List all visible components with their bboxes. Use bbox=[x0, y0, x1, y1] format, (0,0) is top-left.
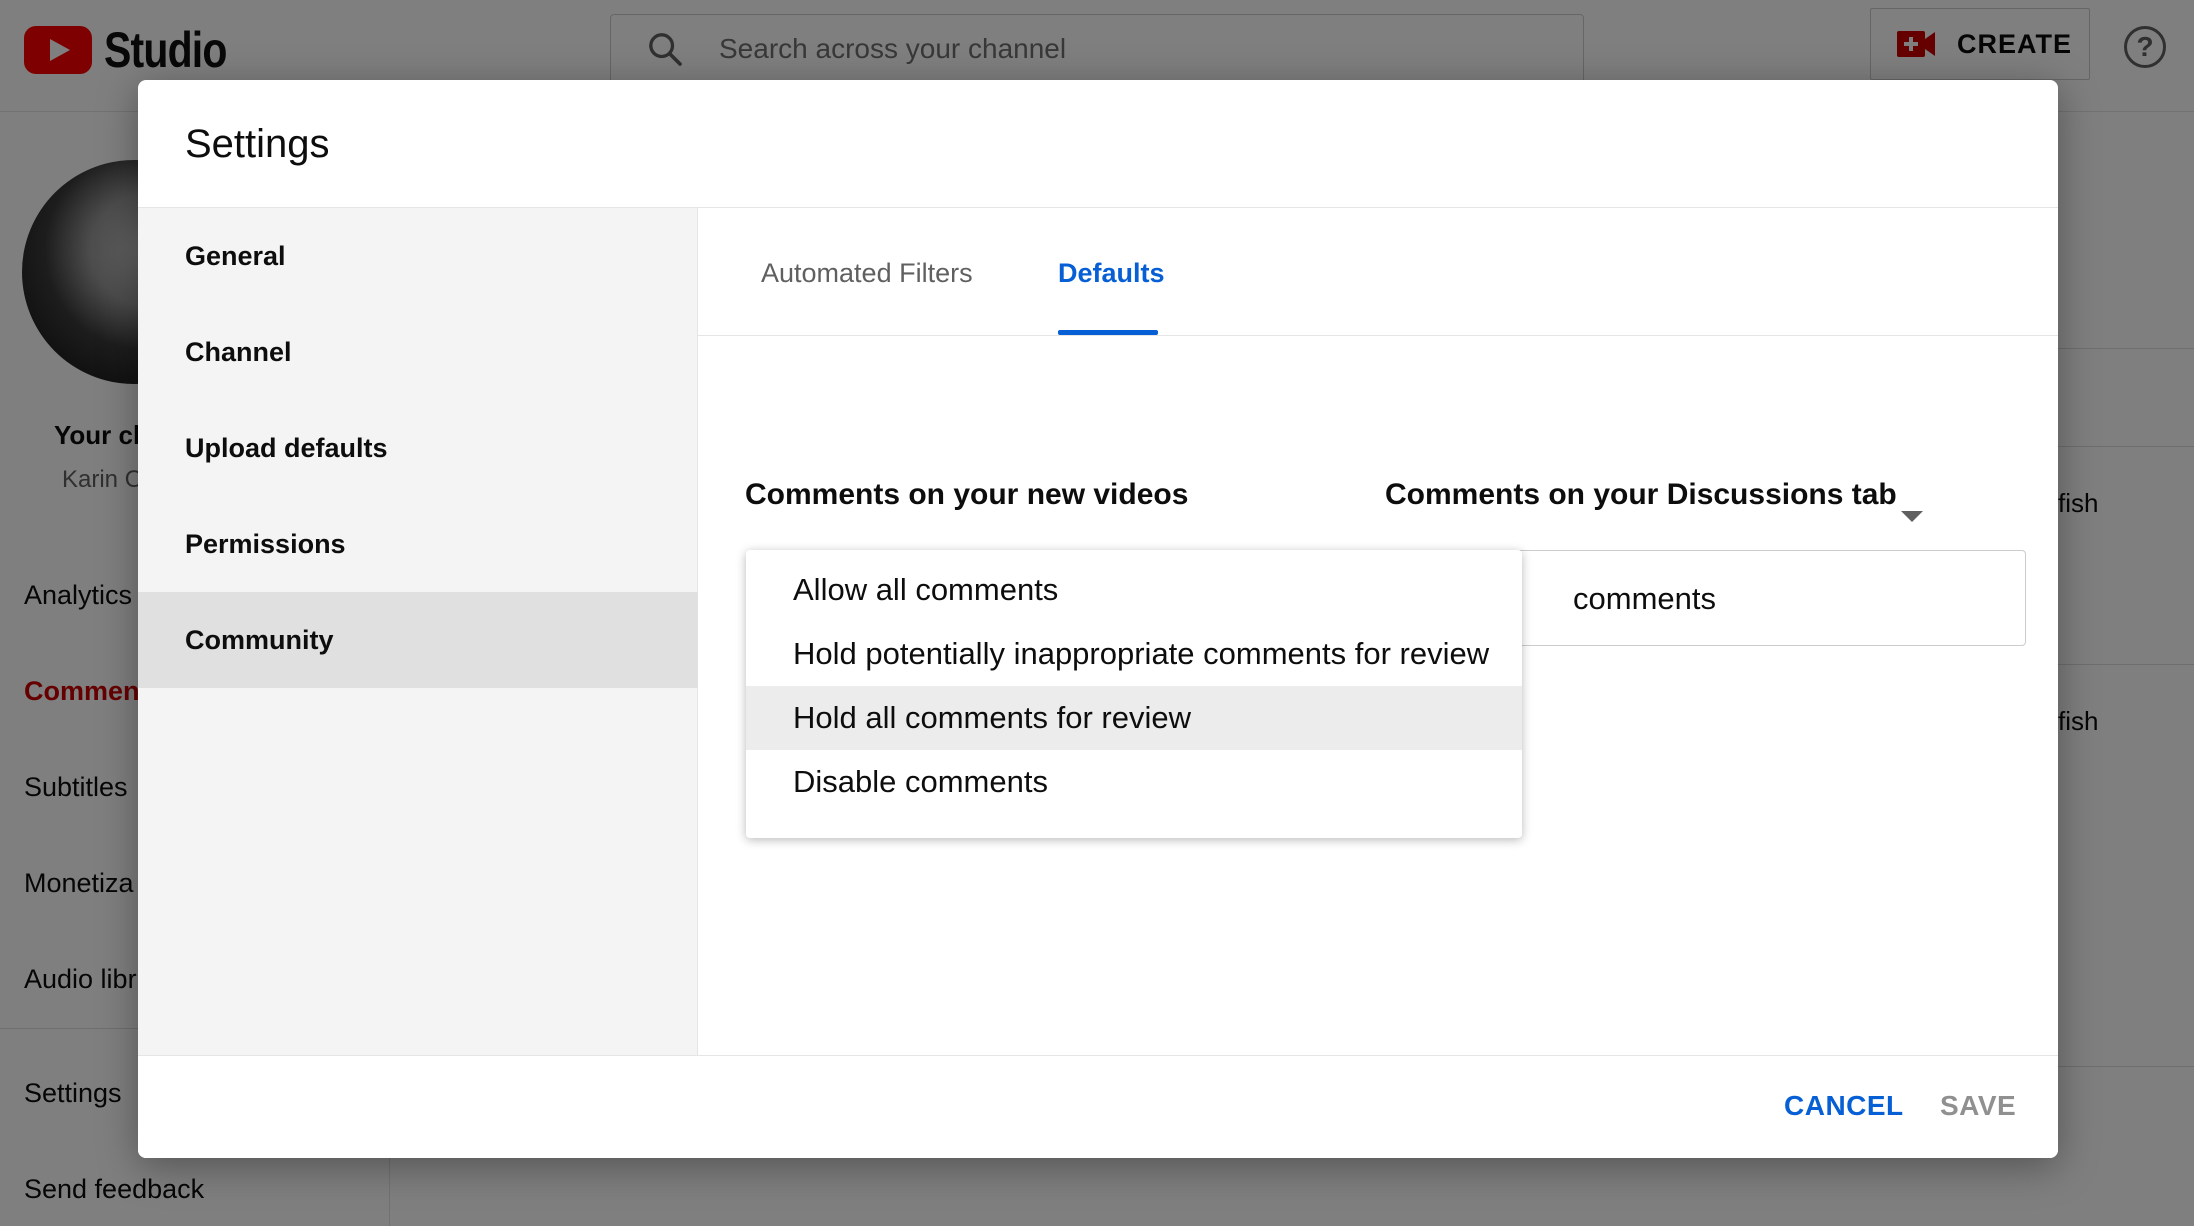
menu-option-disable[interactable]: Disable comments bbox=[746, 750, 1522, 814]
dialog-footer: CANCEL SAVE bbox=[138, 1055, 2058, 1158]
settings-nav-upload-defaults[interactable]: Upload defaults bbox=[138, 400, 698, 496]
settings-nav-channel[interactable]: Channel bbox=[138, 304, 698, 400]
tab-bar: Automated Filters Defaults bbox=[698, 208, 2058, 336]
cancel-button[interactable]: CANCEL bbox=[1784, 1090, 1904, 1122]
tab-defaults[interactable]: Defaults bbox=[1058, 258, 1165, 289]
dialog-title: Settings bbox=[185, 122, 330, 166]
discussions-comments-select[interactable]: comments bbox=[1442, 550, 2026, 646]
dialog-header: Settings bbox=[138, 80, 2058, 208]
active-tab-indicator bbox=[1058, 330, 1158, 335]
settings-nav-community[interactable]: Community bbox=[138, 592, 698, 688]
new-videos-comments-dropdown-menu: Allow all comments Hold potentially inap… bbox=[746, 550, 1522, 838]
tab-automated-filters[interactable]: Automated Filters bbox=[761, 258, 973, 289]
settings-content: Automated Filters Defaults Comments on y… bbox=[698, 208, 2058, 1055]
discussions-comments-label: Comments on your Discussions tab bbox=[1385, 478, 1897, 511]
menu-option-hold-inappropriate[interactable]: Hold potentially inappropriate comments … bbox=[746, 622, 1522, 686]
discussions-select-value: comments bbox=[1573, 581, 1716, 616]
menu-option-hold-all[interactable]: Hold all comments for review bbox=[746, 686, 1522, 750]
settings-dialog: Settings General Channel Upload defaults… bbox=[138, 80, 2058, 1158]
settings-nav-general[interactable]: General bbox=[138, 208, 698, 304]
new-videos-comments-label: Comments on your new videos bbox=[745, 478, 1189, 511]
menu-option-allow-all[interactable]: Allow all comments bbox=[746, 558, 1522, 622]
settings-nav-permissions[interactable]: Permissions bbox=[138, 496, 698, 592]
dropdown-caret-icon[interactable] bbox=[1901, 511, 1923, 522]
save-button[interactable]: SAVE bbox=[1940, 1090, 2016, 1122]
settings-nav: General Channel Upload defaults Permissi… bbox=[138, 208, 698, 1055]
